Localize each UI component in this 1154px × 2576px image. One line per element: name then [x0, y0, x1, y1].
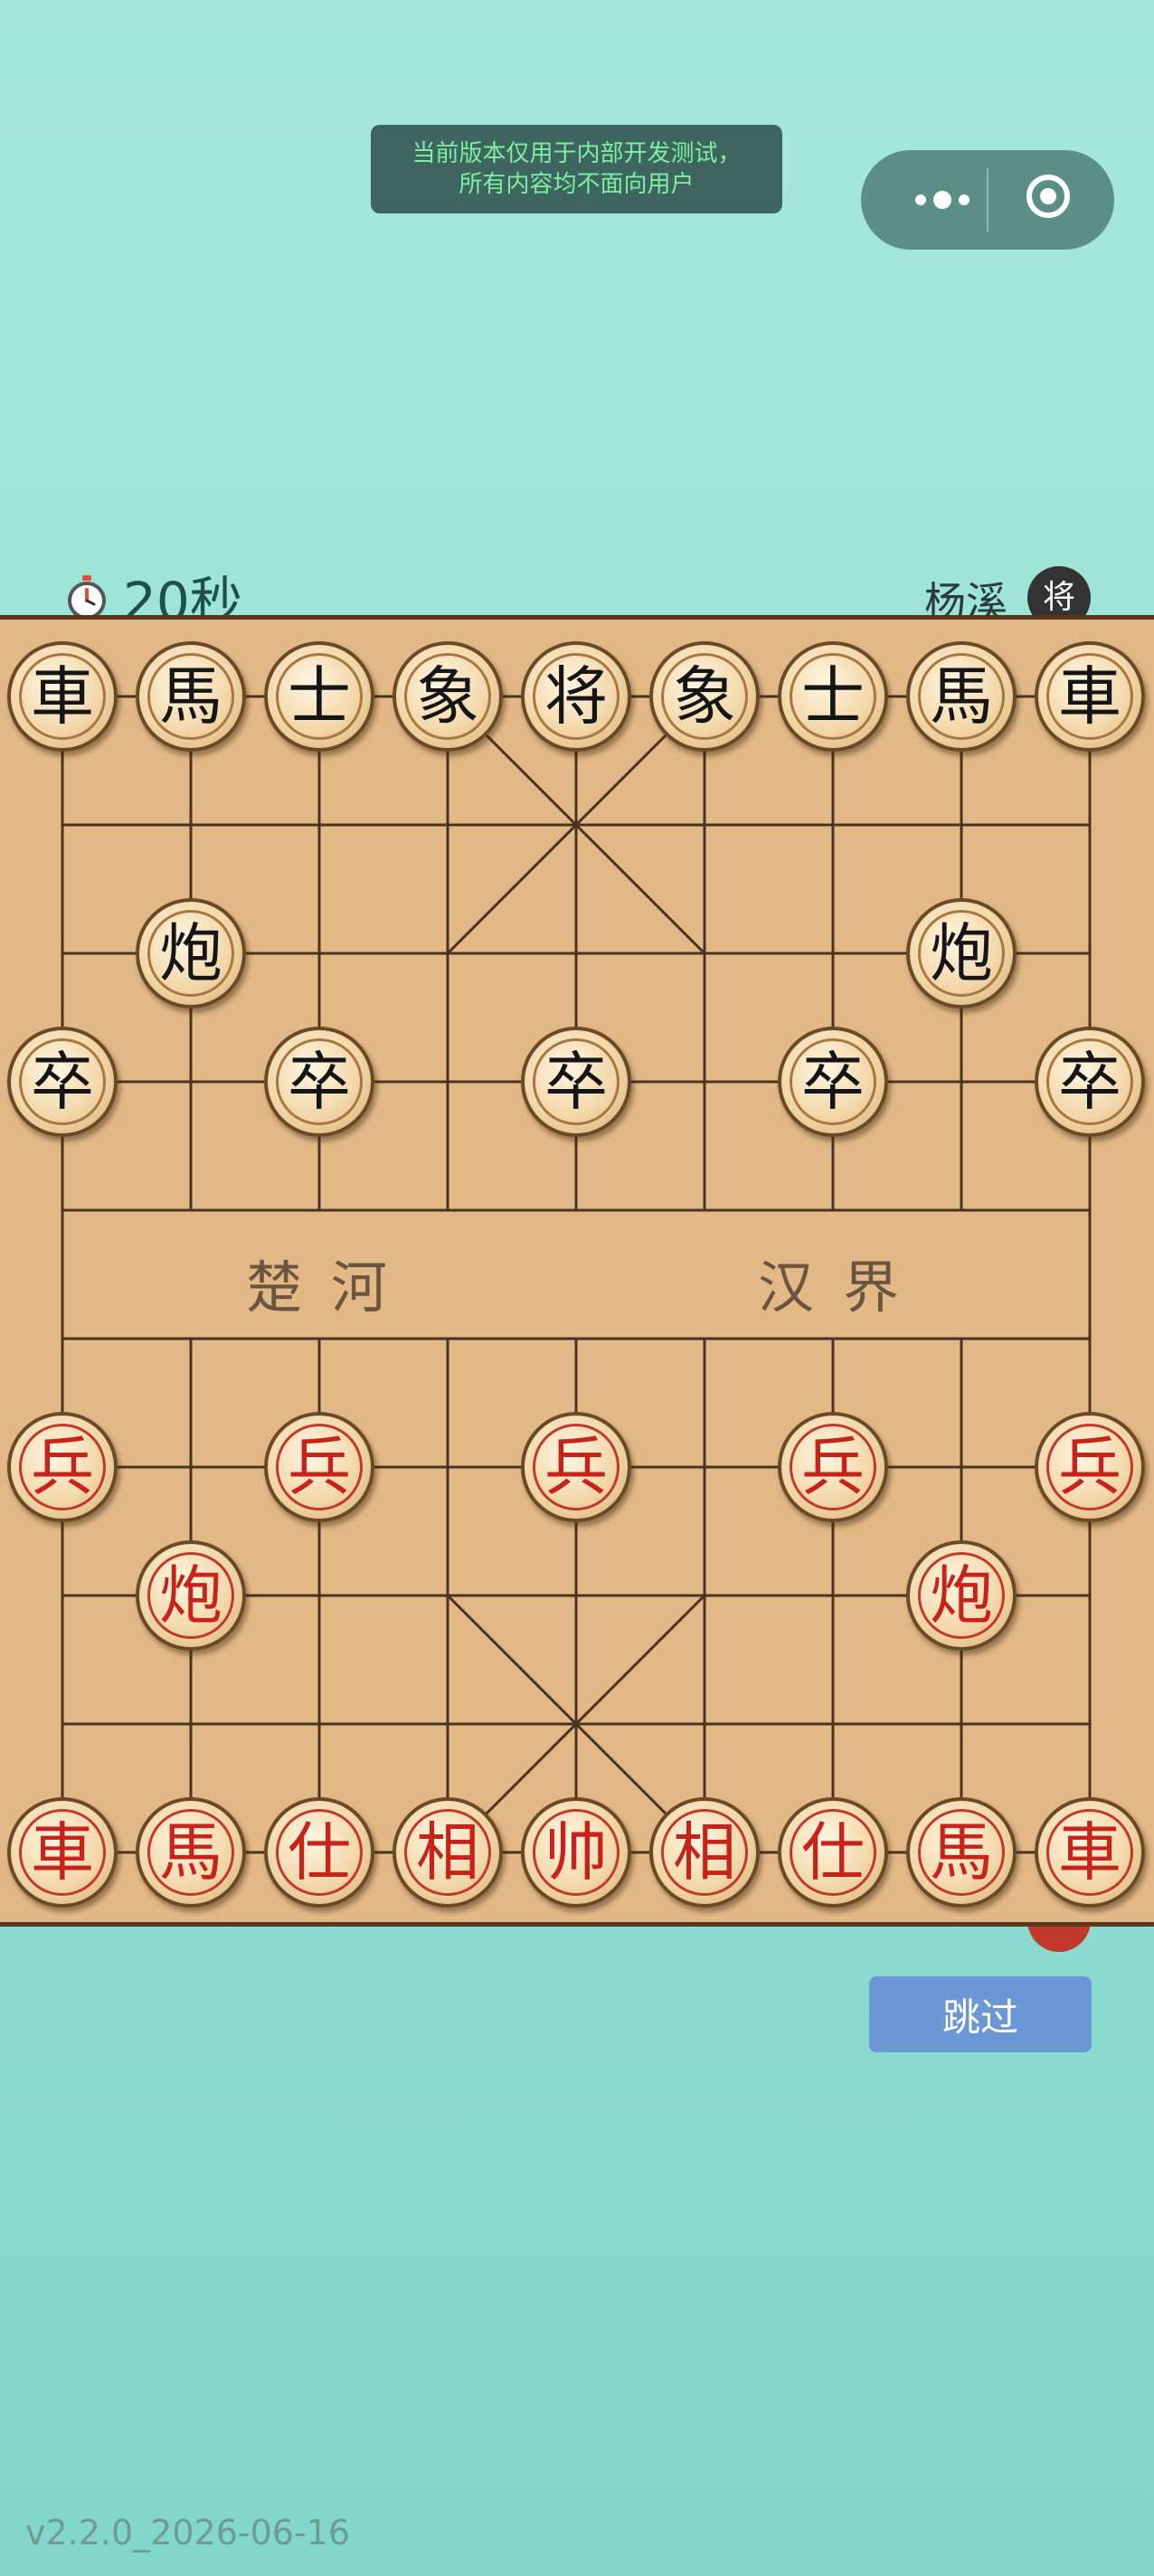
red-piece-2[interactable]: 兵	[521, 1412, 631, 1522]
piece-label: 炮	[159, 1558, 222, 1633]
piece-label: 馬	[159, 1815, 222, 1889]
piece-label: 炮	[930, 1558, 993, 1633]
mini-program-capsule	[861, 150, 1114, 250]
red-piece-7[interactable]: 車	[7, 1797, 118, 1908]
piece-label: 卒	[544, 1045, 608, 1119]
capsule-divider	[987, 168, 988, 232]
piece-label: 炮	[159, 916, 222, 990]
piece-label: 仕	[801, 1815, 865, 1889]
piece-label: 相	[416, 1815, 479, 1889]
piece-label: 車	[1058, 1815, 1121, 1889]
piece-label: 車	[31, 659, 94, 734]
piece-label: 仕	[288, 1815, 351, 1889]
piece-label: 将	[544, 659, 608, 734]
version-label: v2.2.0_2026-06-16	[25, 2513, 351, 2552]
piece-label: 卒	[288, 1045, 351, 1119]
black-piece-15[interactable]: 卒	[1035, 1027, 1145, 1137]
piece-label: 士	[801, 659, 865, 734]
more-dots-icon[interactable]	[897, 150, 988, 250]
red-piece-10[interactable]: 相	[393, 1797, 503, 1908]
piece-label: 卒	[31, 1045, 94, 1119]
black-piece-13[interactable]: 卒	[521, 1027, 631, 1137]
river-label-han-jie: 汉界	[758, 1255, 929, 1321]
piece-label: 兵	[801, 1430, 865, 1504]
dev-test-banner: 当前版本仅用于内部开发测试， 所有内容均不面向用户	[371, 125, 782, 213]
black-piece-7[interactable]: 馬	[906, 641, 1017, 752]
black-piece-9[interactable]: 炮	[136, 898, 246, 1009]
xiangqi-board[interactable]: 楚河 汉界 車馬士象将象士馬車炮炮卒卒卒卒卒兵兵兵兵兵炮炮車馬仕相帅相仕馬車	[0, 615, 1154, 1927]
red-piece-0[interactable]: 兵	[7, 1412, 118, 1522]
piece-label: 炮	[930, 916, 993, 990]
piece-label: 帅	[544, 1815, 608, 1889]
piece-label: 象	[416, 659, 479, 734]
red-piece-5[interactable]: 炮	[136, 1540, 246, 1651]
red-piece-12[interactable]: 相	[649, 1797, 760, 1908]
black-piece-4[interactable]: 将	[521, 641, 631, 752]
black-piece-12[interactable]: 卒	[264, 1027, 374, 1137]
piece-label: 車	[31, 1815, 94, 1889]
black-piece-11[interactable]: 卒	[7, 1027, 118, 1137]
dev-banner-line1: 当前版本仅用于内部开发测试，	[411, 140, 742, 167]
red-piece-15[interactable]: 車	[1035, 1797, 1145, 1908]
red-piece-4[interactable]: 兵	[1035, 1412, 1145, 1522]
red-piece-14[interactable]: 馬	[906, 1797, 1017, 1908]
piece-label: 兵	[31, 1430, 94, 1504]
piece-label: 車	[1058, 659, 1121, 734]
target-close-icon[interactable]	[1026, 175, 1070, 218]
stopwatch-icon	[68, 575, 106, 620]
black-piece-0[interactable]: 車	[7, 641, 118, 752]
board-grid	[61, 695, 1092, 1854]
red-piece-3[interactable]: 兵	[778, 1412, 888, 1522]
piece-label: 兵	[544, 1430, 608, 1504]
black-piece-10[interactable]: 炮	[906, 898, 1017, 1009]
black-piece-3[interactable]: 象	[393, 641, 503, 752]
piece-label: 卒	[1058, 1045, 1121, 1119]
piece-label: 馬	[930, 1815, 993, 1889]
river-label-chu-he: 楚河	[246, 1255, 417, 1321]
black-piece-14[interactable]: 卒	[778, 1027, 888, 1137]
black-piece-6[interactable]: 士	[778, 641, 888, 752]
piece-label: 兵	[1058, 1430, 1121, 1504]
red-piece-6[interactable]: 炮	[906, 1540, 1017, 1651]
red-piece-1[interactable]: 兵	[264, 1412, 374, 1522]
black-piece-5[interactable]: 象	[649, 641, 760, 752]
black-piece-1[interactable]: 馬	[136, 641, 246, 752]
red-piece-9[interactable]: 仕	[264, 1797, 374, 1908]
piece-label: 相	[673, 1815, 736, 1889]
piece-label: 象	[673, 659, 736, 734]
piece-label: 卒	[801, 1045, 865, 1119]
black-piece-8[interactable]: 車	[1035, 641, 1145, 752]
piece-label: 馬	[159, 659, 222, 734]
red-piece-8[interactable]: 馬	[136, 1797, 246, 1908]
piece-label: 士	[288, 659, 351, 734]
piece-label: 馬	[930, 659, 993, 734]
skip-button[interactable]: 跳过	[869, 1976, 1092, 2052]
red-piece-11[interactable]: 帅	[521, 1797, 631, 1908]
piece-label: 兵	[288, 1430, 351, 1504]
red-piece-13[interactable]: 仕	[778, 1797, 888, 1908]
black-piece-2[interactable]: 士	[264, 641, 374, 752]
dev-banner-line2: 所有内容均不面向用户	[459, 171, 695, 198]
